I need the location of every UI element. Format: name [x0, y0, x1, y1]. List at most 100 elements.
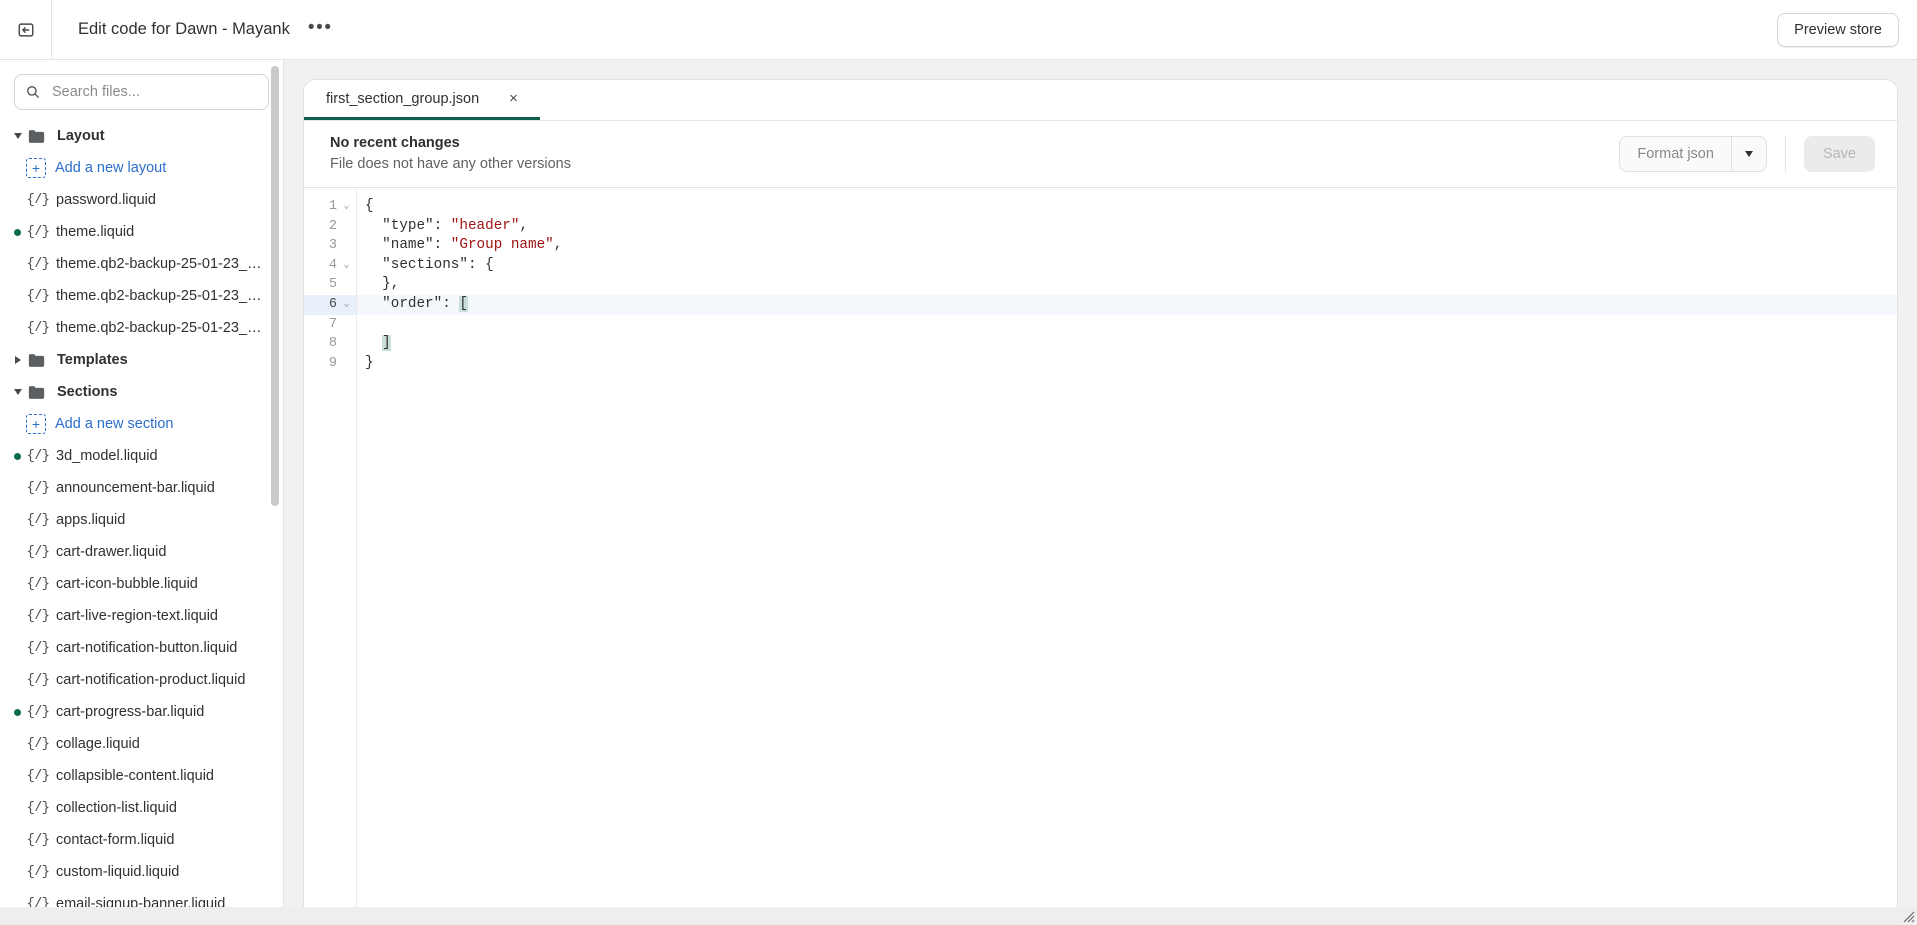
file-name-label: theme.qb2-backup-25-01-23_0...	[56, 256, 266, 272]
liquid-file-icon: {/}	[26, 481, 50, 496]
sidebar-file-item[interactable]: {/}cart-live-region-text.liquid	[0, 600, 283, 632]
sidebar-file-item[interactable]: {/}cart-progress-bar.liquid	[0, 696, 283, 728]
sidebar-file-item[interactable]: {/} password.liquid	[0, 184, 283, 216]
file-name-label: cart-icon-bubble.liquid	[56, 576, 198, 592]
body-split: Layout +Add a new layout {/} password.liqui…	[0, 60, 1917, 925]
sidebar-file-item[interactable]: {/}custom-liquid.liquid	[0, 856, 283, 888]
gutter-line: 4⌄	[304, 256, 356, 276]
search-input[interactable]	[52, 84, 258, 100]
plus-square-icon: +	[26, 414, 46, 434]
resize-grip-icon[interactable]	[1903, 911, 1915, 923]
code-line[interactable]: },	[357, 275, 1897, 295]
code-token: "Group name"	[451, 237, 554, 253]
sidebar-file-item[interactable]: {/}announcement-bar.liquid	[0, 472, 283, 504]
caret-down-icon[interactable]	[8, 133, 28, 139]
editor-tab-bar: first_section_group.json ×	[304, 80, 1897, 121]
code-line[interactable]: ]	[357, 334, 1897, 354]
collapse-left-icon[interactable]	[13, 17, 39, 43]
gutter-line: 2⌄	[304, 217, 356, 237]
fold-toggle-icon[interactable]: ⌄	[341, 261, 352, 271]
sidebar-file-item[interactable]: {/}theme.liquid	[0, 216, 283, 248]
file-name-label: password.liquid	[56, 192, 156, 208]
save-button[interactable]: Save	[1804, 136, 1875, 172]
sidebar-file-item[interactable]: {/}apps.liquid	[0, 504, 283, 536]
more-actions-button[interactable]: •••	[304, 17, 337, 43]
code-token: "name":	[365, 237, 451, 253]
code-line[interactable]: "name": "Group name",	[357, 236, 1897, 256]
liquid-file-icon: {/}	[26, 577, 50, 592]
liquid-file-icon: {/}	[26, 609, 50, 624]
preview-store-button[interactable]: Preview store	[1777, 13, 1899, 47]
add-new-section-link[interactable]: + Add a new section	[0, 408, 283, 440]
gutter-line: 7⌄	[304, 315, 356, 335]
gutter-line: 1⌄	[304, 197, 356, 217]
sidebar-file-item[interactable]: {/}collage.liquid	[0, 728, 283, 760]
sidebar-file-item[interactable]: {/} collection-list.liquid	[0, 792, 283, 824]
liquid-file-icon: {/}	[26, 833, 50, 848]
line-number: 1	[329, 197, 337, 217]
code-editor[interactable]: 1⌄2⌄3⌄4⌄5⌄6⌄7⌄8⌄9⌄ { "type": "header", "…	[304, 188, 1897, 924]
fold-toggle-icon[interactable]: ⌄	[341, 300, 352, 310]
file-name-label: theme.qb2-backup-25-01-23_0...	[56, 288, 266, 304]
version-bar-actions: Format json Save	[1619, 136, 1897, 172]
sidebar-file-item[interactable]: {/} cart-icon-bubble.liquid	[0, 568, 283, 600]
window-bottom-strip	[0, 907, 1917, 925]
file-name-label: collection-list.liquid	[56, 800, 177, 816]
version-title: No recent changes	[330, 134, 571, 153]
sidebar-folder-layout[interactable]: Layout	[0, 120, 283, 152]
sidebar-file-item[interactable]: {/}contact-form.liquid	[0, 824, 283, 856]
gutter-line: 8⌄	[304, 334, 356, 354]
sidebar-scrollbar-track[interactable]	[271, 60, 281, 925]
code-line[interactable]: "sections": {	[357, 256, 1897, 276]
file-name-label: cart-progress-bar.liquid	[56, 704, 204, 720]
code-line[interactable]: "type": "header",	[357, 217, 1897, 237]
format-json-button[interactable]: Format json	[1619, 136, 1731, 172]
code-line[interactable]: "order": [	[357, 295, 1897, 315]
liquid-file-icon: {/}	[26, 193, 50, 208]
editor-gutter[interactable]: 1⌄2⌄3⌄4⌄5⌄6⌄7⌄8⌄9⌄	[304, 188, 356, 924]
folder-label: Layout	[57, 128, 105, 144]
code-line[interactable]	[357, 315, 1897, 335]
sidebar-file-item[interactable]: {/}3d_model.liquid	[0, 440, 283, 472]
line-number: 2	[329, 217, 337, 237]
caret-down-icon[interactable]	[8, 389, 28, 395]
sidebar-folder-sections[interactable]: Sections	[0, 376, 283, 408]
sidebar-file-item[interactable]: {/}cart-notification-product.liquid	[0, 664, 283, 696]
code-line[interactable]: {	[357, 197, 1897, 217]
liquid-file-icon: {/}	[26, 257, 50, 272]
sidebar-scrollbar-thumb[interactable]	[271, 66, 279, 506]
add-link-label: Add a new section	[55, 416, 174, 432]
sidebar-file-item[interactable]: {/}theme.qb2-backup-25-01-23_0...	[0, 312, 283, 344]
actions-divider	[1785, 136, 1786, 172]
sidebar-file-item[interactable]: {/} theme.qb2-backup-25-01-23_0...	[0, 280, 283, 312]
sidebar-file-item[interactable]: {/}cart-drawer.liquid	[0, 536, 283, 568]
add-new-layout-link[interactable]: +Add a new layout	[0, 152, 283, 184]
tab-first-section-group-json[interactable]: first_section_group.json ×	[304, 80, 540, 120]
liquid-file-icon: {/}	[26, 801, 50, 816]
file-name-label: custom-liquid.liquid	[56, 864, 179, 880]
code-token: [	[459, 296, 468, 312]
code-line[interactable]: }	[357, 354, 1897, 374]
file-name-label: apps.liquid	[56, 512, 125, 528]
folder-icon	[28, 353, 50, 368]
file-name-label: collapsible-content.liquid	[56, 768, 214, 784]
sidebar-file-item[interactable]: {/}cart-notification-button.liquid	[0, 632, 283, 664]
caret-right-icon[interactable]	[8, 356, 28, 364]
code-token: ,	[519, 218, 528, 234]
search-files-box[interactable]	[14, 74, 269, 110]
sidebar-file-item[interactable]: {/}collapsible-content.liquid	[0, 760, 283, 792]
sidebar-folder-templates[interactable]: Templates	[0, 344, 283, 376]
fold-toggle-icon[interactable]: ⌄	[341, 202, 352, 212]
liquid-file-icon: {/}	[26, 641, 50, 656]
code-content[interactable]: { "type": "header", "name": "Group name"…	[357, 188, 1897, 924]
gutter-line: 9⌄	[304, 354, 356, 374]
editor-card: first_section_group.json × No recent cha…	[304, 80, 1897, 924]
top-bar: Edit code for Dawn - Mayank ••• Preview …	[0, 0, 1917, 60]
format-options-button[interactable]	[1731, 136, 1767, 172]
folder-label: Sections	[57, 384, 117, 400]
close-icon[interactable]: ×	[505, 89, 522, 108]
liquid-file-icon: {/}	[26, 289, 50, 304]
liquid-file-icon: {/}	[26, 545, 50, 560]
sidebar-file-item[interactable]: {/} theme.qb2-backup-25-01-23_0...	[0, 248, 283, 280]
file-name-label: theme.qb2-backup-25-01-23_0...	[56, 320, 266, 336]
